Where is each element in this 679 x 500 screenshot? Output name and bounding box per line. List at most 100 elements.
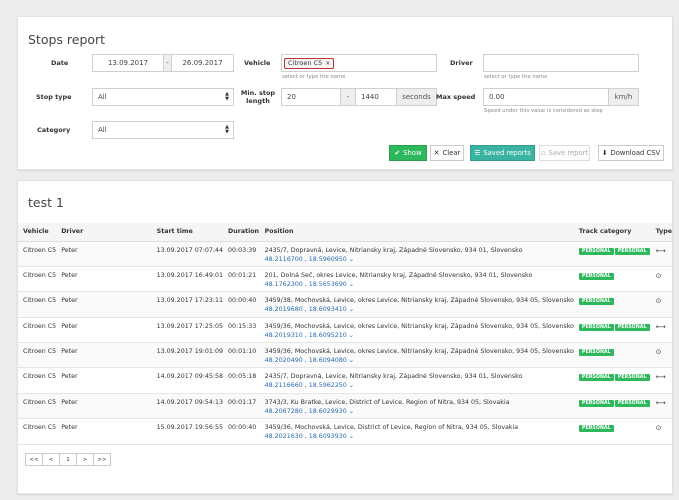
cell-track-category: PERSONAL PERSONAL [573, 367, 651, 394]
show-button[interactable]: ✔ Show [389, 145, 427, 161]
date-from-input[interactable]: 13.09.2017 [92, 54, 164, 72]
col-driver[interactable]: Driver [56, 223, 152, 242]
saved-reports-button[interactable]: ☰ Saved reports [470, 145, 535, 161]
cell-vehicle: Citroen C5 [18, 317, 57, 344]
col-type[interactable]: Type [650, 223, 672, 242]
clear-button[interactable]: ✕ Clear [430, 145, 464, 161]
position-address: 3743/3, Ku Bratke, Levice, District of L… [264, 398, 510, 406]
cell-duration: 00:00:40 [223, 291, 260, 318]
pager-current[interactable]: 1 [59, 453, 77, 466]
table-row[interactable]: Citroen C5 Peter 14.09.2017 09:54:13 00:01:… [18, 393, 672, 420]
vehicle-select[interactable]: Citroen C5 × [281, 54, 437, 72]
stop-type-select[interactable]: All ▲ ▼ [92, 88, 234, 106]
driver-select[interactable] [483, 54, 639, 72]
save-report-label: Save report [548, 149, 589, 157]
position-address: 3459/36, Mochovská, Levice, District of … [264, 424, 519, 432]
pager-next[interactable]: > [76, 453, 94, 466]
col-start-time[interactable]: Start time [151, 223, 223, 242]
coords-text: 48.2067280 , 18.6029930 [264, 407, 347, 415]
chevron-down-icon: ⌄ [346, 357, 355, 365]
col-position[interactable]: Position [259, 223, 574, 242]
col-track-category[interactable]: Track category [573, 223, 651, 242]
min-stop-label: Min. stop length [236, 89, 280, 105]
download-icon: ⬇ [601, 149, 608, 157]
category-badge: PERSONAL [578, 399, 614, 407]
cell-duration: 00:01:17 [223, 393, 260, 420]
position-coords-link[interactable]: 48.2019680 , 18.6093410 ⌄ [265, 306, 574, 313]
stop-type-point-icon: ⊙ [650, 342, 672, 369]
min-stop-from-input[interactable]: 20 [281, 88, 341, 106]
date-to-input[interactable]: 26.09.2017 [171, 54, 234, 72]
chevron-down-icon: ⌄ [346, 255, 355, 263]
cell-start-time: 13.09.2017 19:01:09 [151, 342, 223, 369]
min-stop-to-input[interactable]: 1440 [355, 88, 397, 106]
category-badge: PERSONAL [578, 323, 614, 331]
table-row[interactable]: Citroen C5 Peter 13.09.2017 17:23:11 00:00:… [18, 291, 672, 318]
stop-type-move-icon: ⟷ [650, 393, 672, 420]
download-csv-button[interactable]: ⬇ Download CSV [598, 145, 664, 161]
position-coords-link[interactable]: 48.2116700 , 18.5960950 ⌄ [265, 256, 574, 263]
cell-start-time: 13.09.2017 17:23:11 [151, 291, 223, 318]
pagination: << < 1 > >> [25, 453, 111, 466]
coords-text: 48.1762300 , 18.5653690 [264, 280, 347, 288]
save-report-button[interactable]: ▫ Save report [539, 145, 590, 161]
cell-driver: Peter [56, 418, 152, 445]
table-row[interactable]: Citroen C5 Peter 13.09.2017 07:07:44 00:03:… [18, 241, 672, 267]
date-label: Date [51, 59, 69, 67]
cell-position: 2435/7, Dopravná, Levice, Nitriansky kra… [259, 241, 574, 267]
cell-driver: Peter [56, 367, 152, 394]
coords-text: 48.2021630 , 18.6093930 [264, 433, 347, 441]
cell-track-category: PERSONAL [573, 418, 651, 445]
check-icon: ✔ [394, 149, 401, 157]
table-row[interactable]: Citroen C5 Peter 14.09.2017 09:45:58 00:05:… [18, 367, 672, 394]
table-row[interactable]: Citroen C5 Peter 13.09.2017 19:01:09 00:01:… [18, 342, 672, 369]
table-row[interactable]: Citroen C5 Peter 13.09.2017 17:25:05 00:15:… [18, 317, 672, 344]
cell-driver: Peter [56, 317, 152, 344]
position-coords-link[interactable]: 48.2116660 , 18.5962250 ⌄ [265, 382, 574, 389]
saved-reports-label: Saved reports [483, 149, 531, 157]
cell-position: 3459/36, Mochovská, Levice, okres Levice… [259, 342, 574, 369]
position-address: 2435/7, Dopravná, Levice, Nitriansky kra… [264, 246, 523, 254]
min-stop-label-line2: length [246, 97, 270, 105]
position-coords-link[interactable]: 48.2021630 , 18.6093930 ⌄ [265, 433, 574, 440]
position-address: 3459/36, Mochovská, Levice, okres Levice… [264, 322, 574, 330]
min-stop-unit: seconds [396, 88, 437, 106]
category-badge: PERSONAL [578, 247, 614, 255]
cell-position: 3459/36, Mochovská, Levice, okres Levice… [259, 317, 574, 344]
pager-first[interactable]: << [25, 453, 43, 466]
stop-type-point-icon: ⊙ [650, 291, 672, 318]
stop-type-value: All [98, 93, 107, 101]
chip-remove-icon[interactable]: × [325, 60, 330, 67]
position-coords-link[interactable]: 48.2067280 , 18.6029930 ⌄ [265, 408, 574, 415]
position-coords-link[interactable]: 48.1762300 , 18.5653690 ⌄ [265, 281, 574, 288]
cell-duration: 00:01:21 [223, 266, 260, 293]
col-duration[interactable]: Duration [223, 223, 260, 242]
cell-track-category: PERSONAL PERSONAL [573, 393, 651, 420]
stop-type-move-icon: ⟷ [650, 367, 672, 394]
max-speed-input[interactable]: 0.00 [483, 88, 609, 106]
stops-table: Vehicle Driver Start time Duration Posit… [18, 223, 672, 445]
col-vehicle[interactable]: Vehicle [18, 223, 57, 242]
pager-last[interactable]: >> [93, 453, 111, 466]
position-address: 2435/7, Dopravná, Levice, Nitriansky kra… [264, 373, 523, 381]
vehicle-hint: select or type the name [282, 74, 346, 80]
cell-duration: 00:01:10 [223, 342, 260, 369]
category-select[interactable]: All ▲ ▼ [92, 121, 234, 139]
driver-label: Driver [450, 59, 473, 67]
min-stop-separator: - [340, 88, 356, 106]
cell-track-category: PERSONAL [573, 342, 651, 369]
position-coords-link[interactable]: 48.2020490 , 18.6094080 ⌄ [265, 357, 574, 364]
max-speed-label: Max speed [436, 93, 476, 101]
cell-duration: 00:15:33 [223, 317, 260, 344]
cell-track-category: PERSONAL [573, 266, 651, 293]
table-row[interactable]: Citroen C5 Peter 15.09.2017 19:56:55 00:00:… [18, 418, 672, 445]
table-row[interactable]: Citroen C5 Peter 13.09.2017 16:49:01 00:01:… [18, 266, 672, 293]
cell-position: 201, Dolná Seč, okres Levice, Nitriansky… [259, 266, 574, 293]
download-csv-label: Download CSV [610, 149, 661, 157]
pager-prev[interactable]: < [42, 453, 60, 466]
cell-vehicle: Citroen C5 [18, 266, 57, 293]
position-coords-link[interactable]: 48.2019310 , 18.6095210 ⌄ [265, 332, 574, 339]
position-address: 3459/38, Mochovská, Levice, okres Levice… [264, 297, 574, 305]
coords-text: 48.2019310 , 18.6095210 [264, 331, 347, 339]
report-title: test 1 [28, 195, 64, 210]
